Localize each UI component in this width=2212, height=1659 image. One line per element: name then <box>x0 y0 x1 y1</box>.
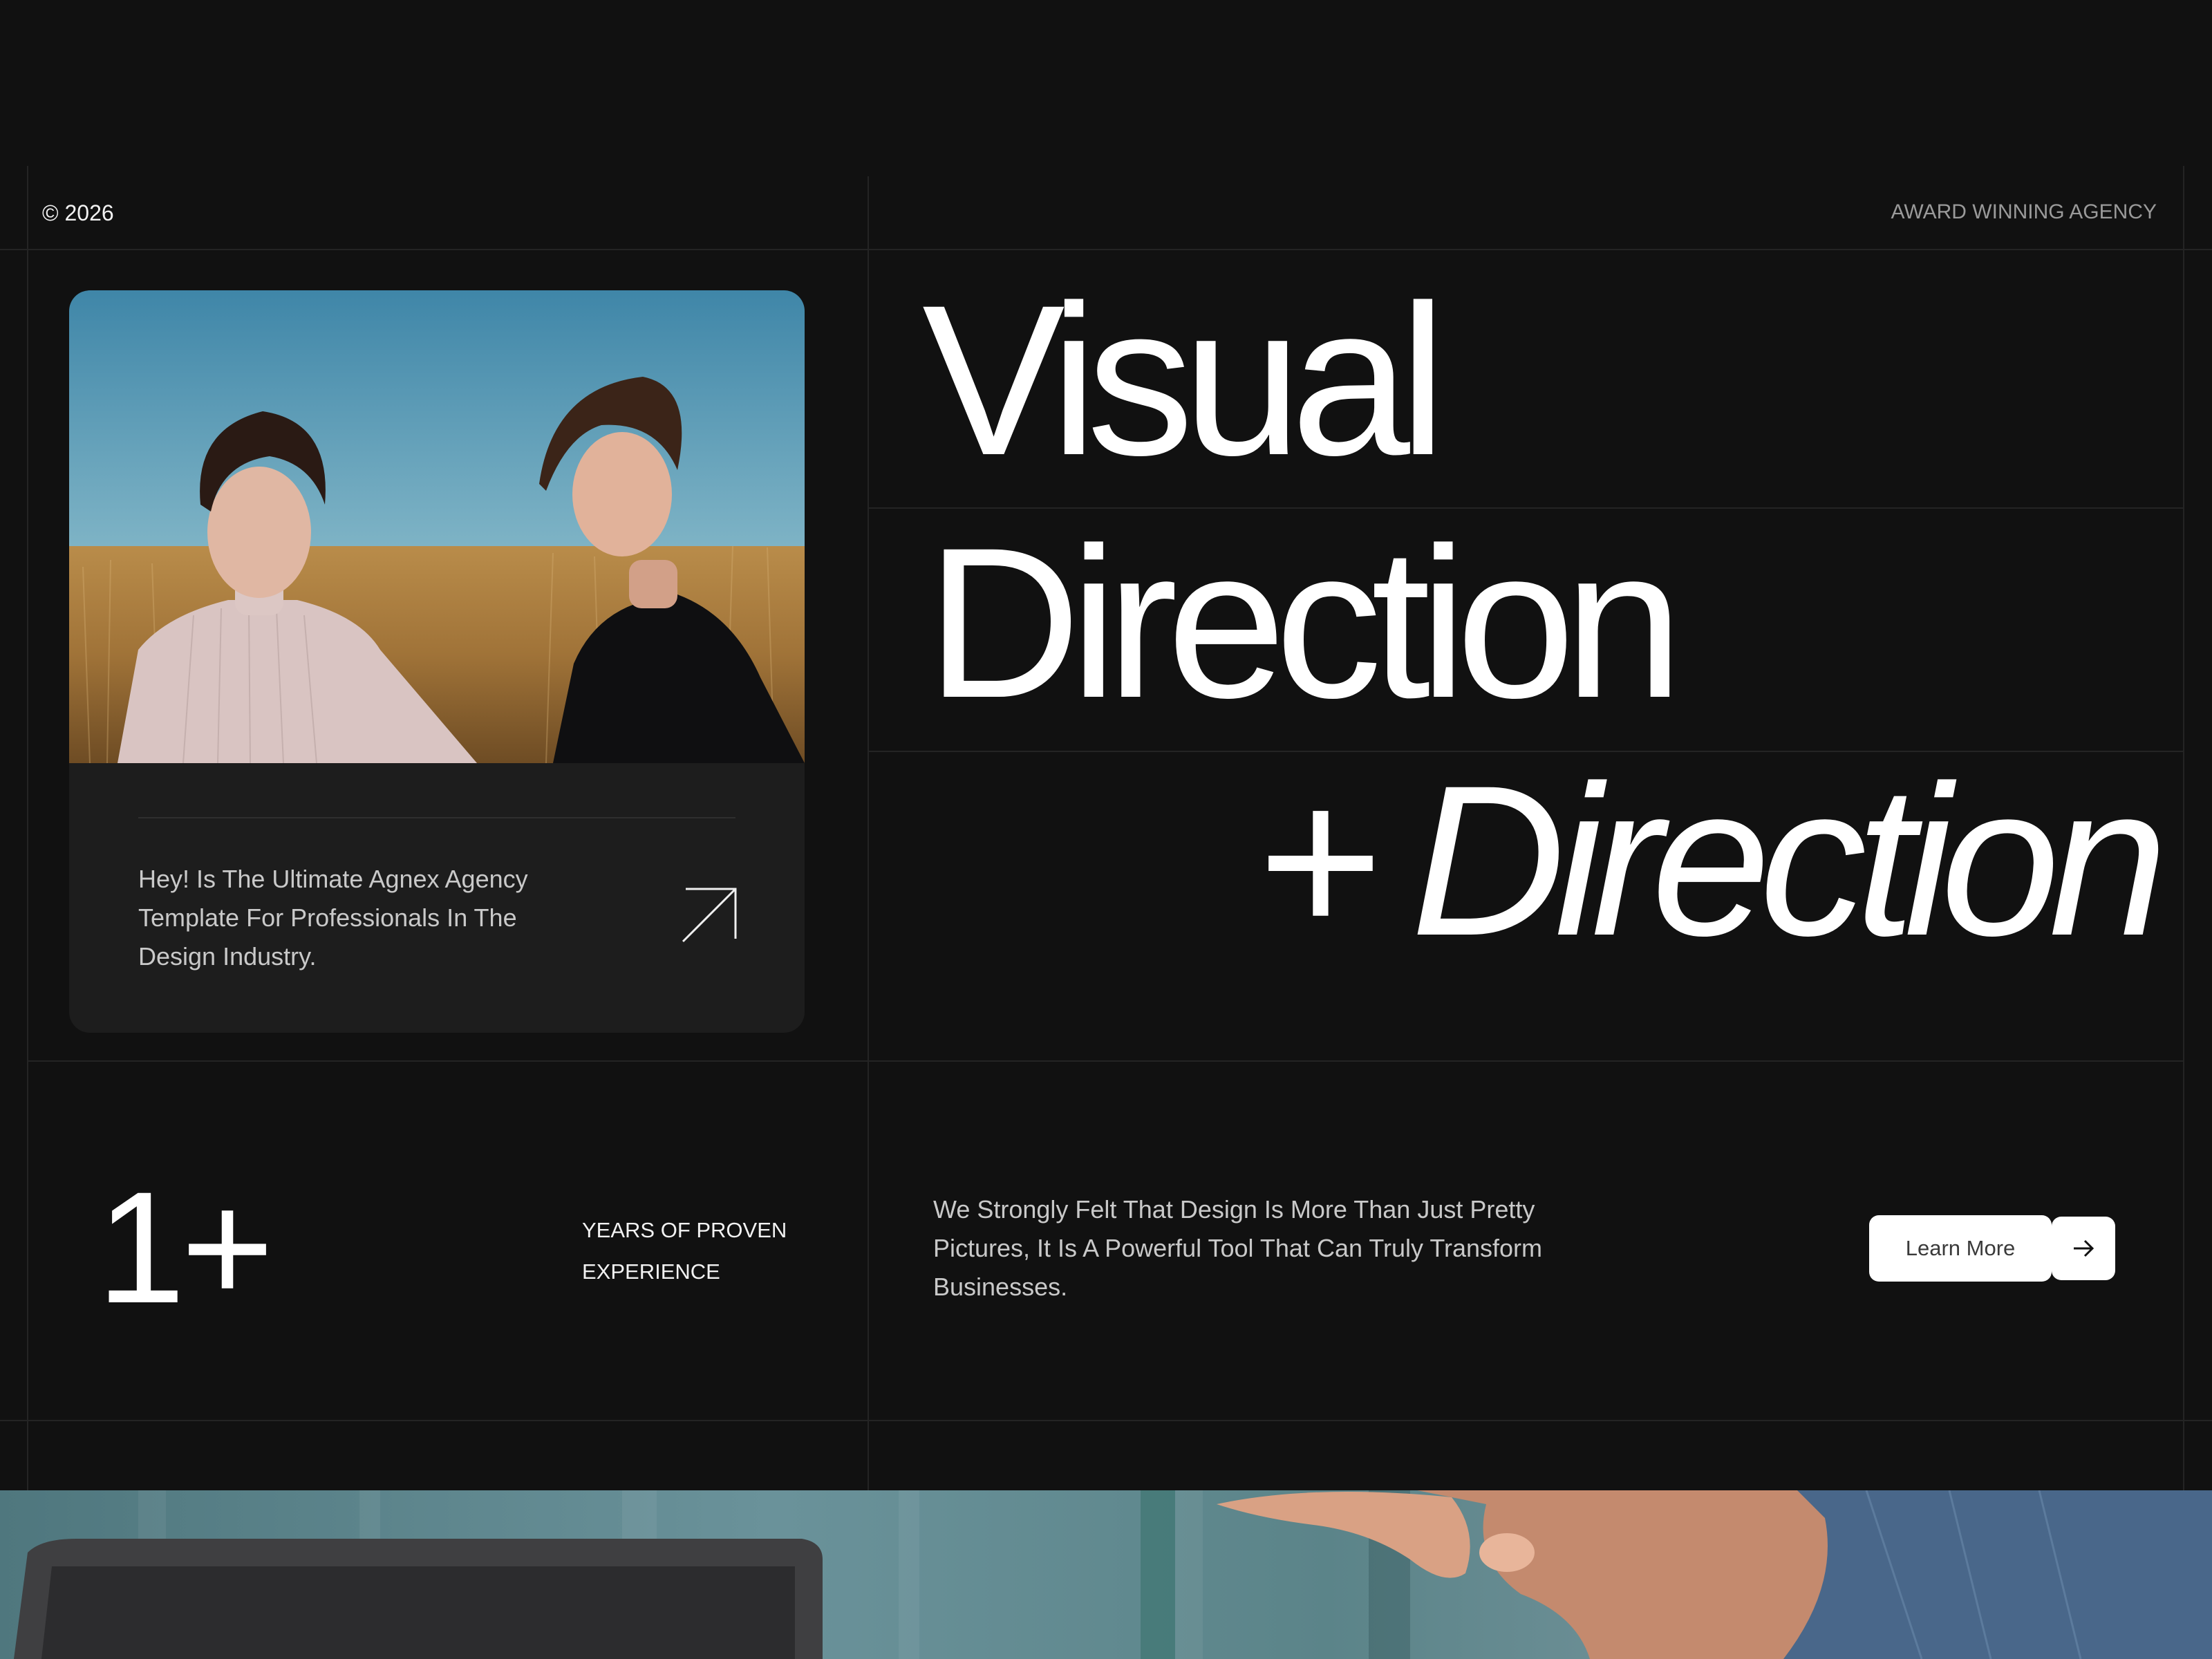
about-text: We Strongly Felt That Design Is More Tha… <box>933 1195 1543 1301</box>
hero-image <box>69 290 805 763</box>
secondary-image-illustration <box>0 1490 2212 1659</box>
grid-line <box>0 249 2212 250</box>
card-divider <box>138 817 735 818</box>
copyright-text: © 2026 <box>42 200 114 225</box>
grid-line <box>2183 166 2184 1490</box>
learn-more-button[interactable]: Learn More <box>1869 1215 2052 1282</box>
experience-label: YEARS OF PROVEN EXPERIENCE <box>582 1218 787 1284</box>
experience-count: 1+ <box>97 1159 274 1336</box>
arrow-right-icon <box>2074 1239 2094 1257</box>
headline-line-2: Direction <box>926 503 1683 742</box>
learn-more-label: Learn More <box>1905 1236 2016 1260</box>
grid-line <box>868 176 869 1490</box>
intro-description: Hey! Is The Ultimate Agnex Agency Templa… <box>138 865 528 971</box>
headline-italic-word: Direction <box>1411 740 2168 980</box>
headline-plus: + <box>1258 740 1384 980</box>
page: © 2026 AWARD WINNING AGENCY Hey! Is The … <box>0 0 2212 1659</box>
headline-line-3: + Direction <box>1258 753 2168 968</box>
learn-more-arrow-button[interactable] <box>2052 1217 2115 1280</box>
headline-line-1: Visual <box>922 260 1447 500</box>
grid-line <box>28 1060 2183 1062</box>
award-tagline: AWARD WINNING AGENCY <box>1891 200 2157 223</box>
grid-line <box>0 1420 2212 1421</box>
intro-card: Hey! Is The Ultimate Agnex Agency Templa… <box>69 763 805 1033</box>
arrow-up-right-icon[interactable] <box>680 886 738 944</box>
secondary-image <box>0 1490 2212 1659</box>
grid-line <box>27 166 28 1490</box>
hero-image-illustration <box>69 290 805 763</box>
